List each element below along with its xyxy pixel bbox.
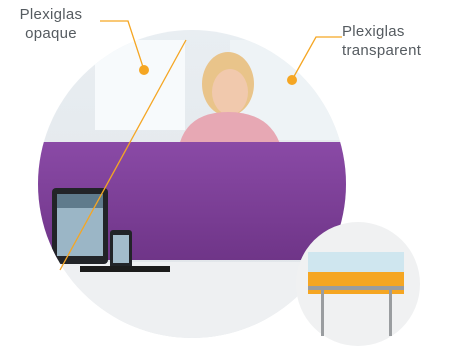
illustration <box>38 20 420 346</box>
tablet-icon <box>52 188 108 264</box>
marker-opaque <box>139 65 149 75</box>
phone-icon <box>110 230 132 270</box>
marker-transparent <box>287 75 297 85</box>
desk-screen-icon <box>296 222 420 346</box>
